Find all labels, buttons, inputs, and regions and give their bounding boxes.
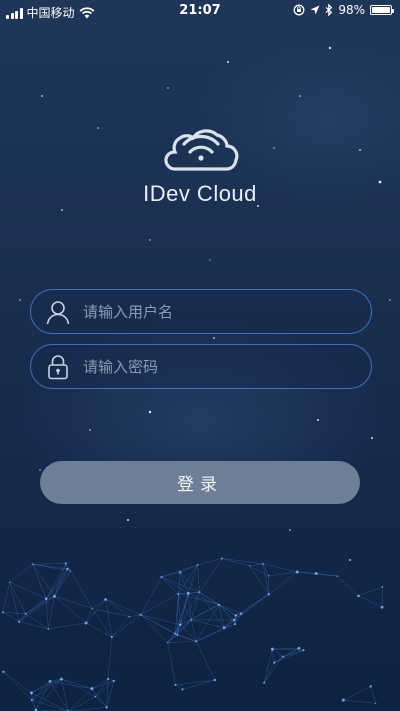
status-bar: 中国移动 21:07 98% — [0, 0, 400, 24]
login-button[interactable]: 登录 — [40, 461, 360, 504]
orientation-lock-icon — [293, 4, 305, 16]
lock-icon — [45, 354, 71, 380]
cloud-wifi-icon — [164, 129, 239, 171]
username-input[interactable] — [83, 302, 371, 321]
password-input[interactable] — [83, 357, 371, 376]
battery-percent: 98% — [338, 3, 365, 17]
network-landscape-decoration — [1, 557, 384, 711]
bluetooth-icon — [325, 4, 333, 16]
password-field[interactable] — [30, 344, 372, 389]
battery-icon — [370, 5, 394, 15]
status-right: 98% — [293, 3, 394, 17]
username-field[interactable] — [30, 289, 372, 334]
user-icon — [45, 299, 71, 325]
battery-level — [372, 7, 390, 13]
location-icon — [310, 5, 320, 15]
app-name: IDev Cloud — [143, 181, 257, 206]
